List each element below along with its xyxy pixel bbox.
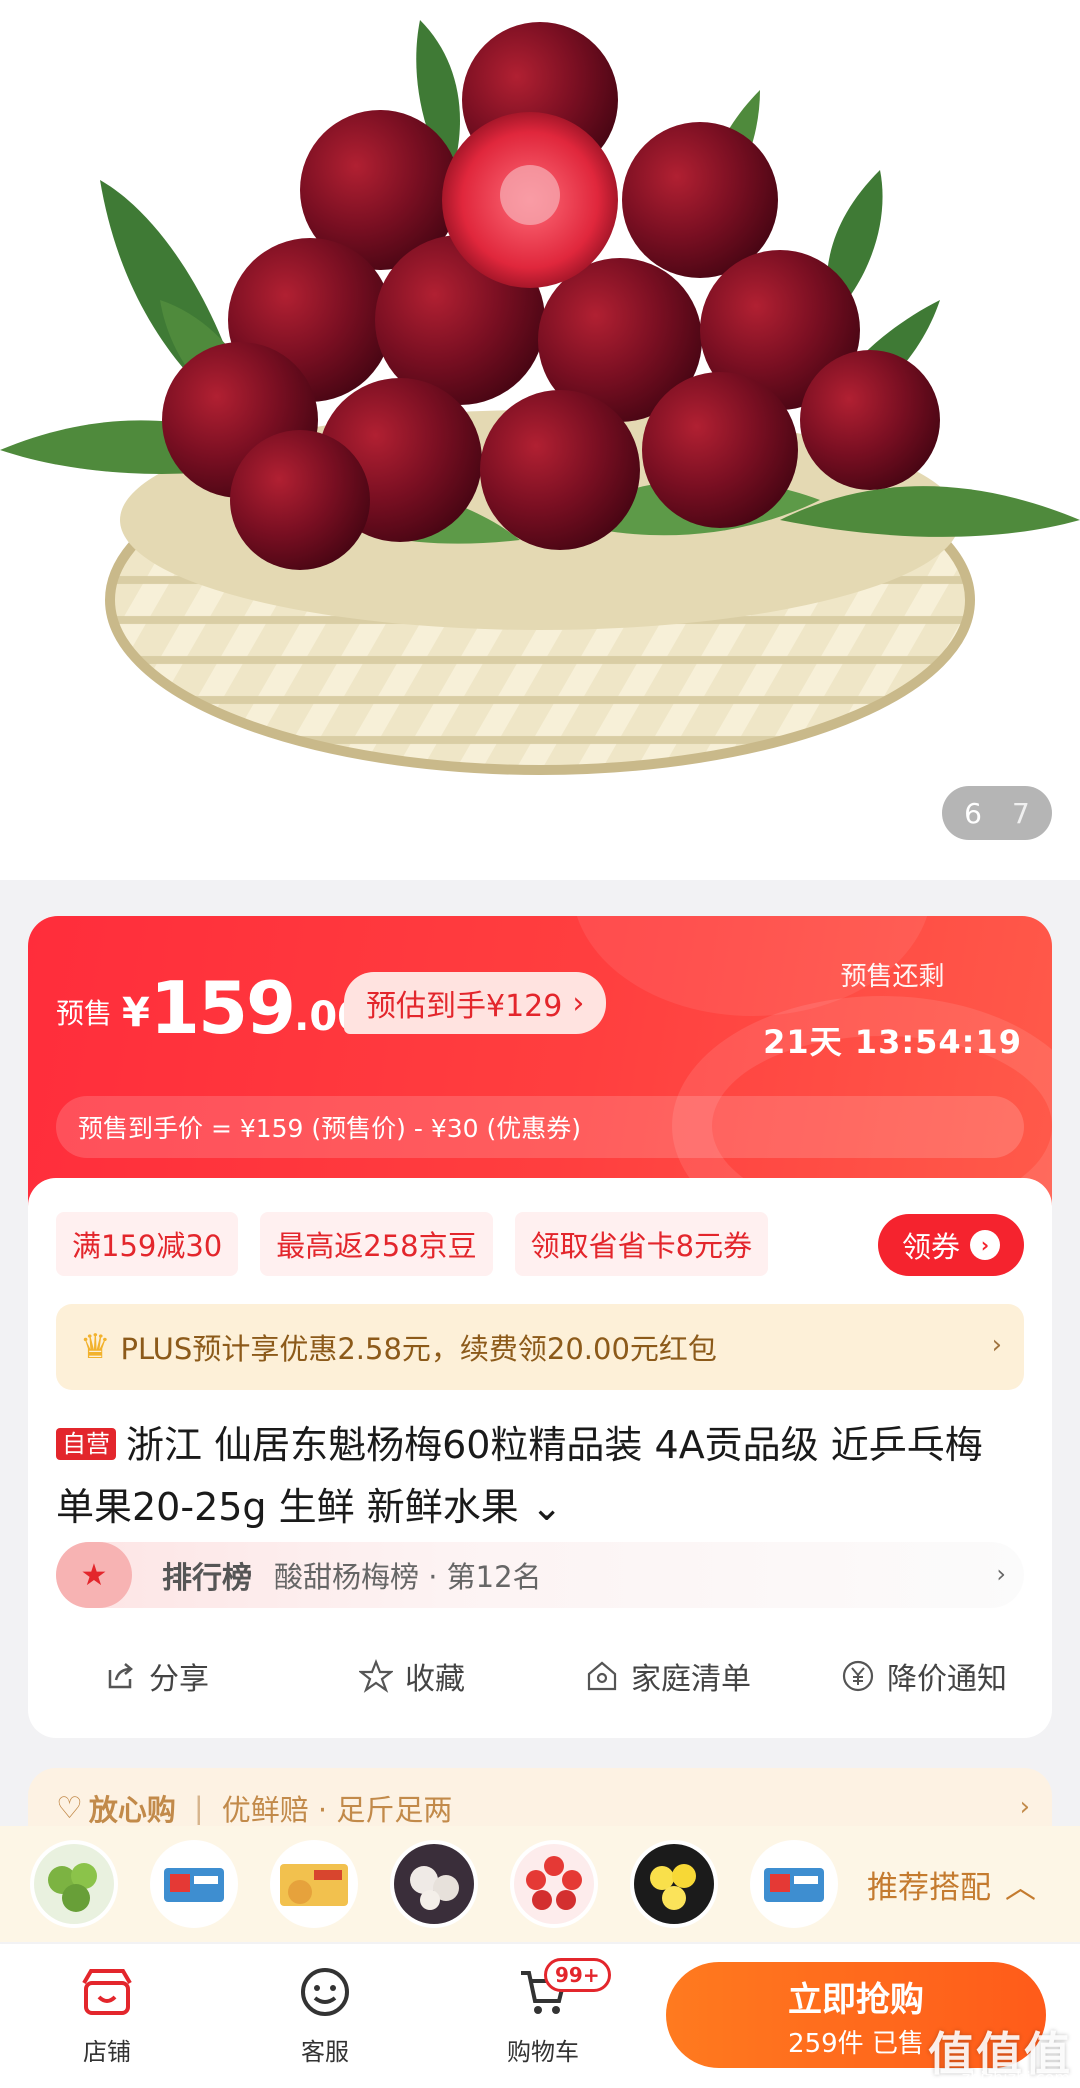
share-icon [103, 1659, 137, 1693]
medal-icon: ★ [56, 1542, 132, 1608]
product-title-text: 浙江 仙居东魁杨梅60粒精品装 4A贡品级 近乒乓梅 单果20-25g 生鲜 新… [56, 1423, 983, 1529]
share-button[interactable]: 分享 [28, 1646, 284, 1706]
countdown-value: 21天 13:54:19 [763, 1023, 1022, 1061]
price-integer: 159 [149, 966, 296, 1050]
price-drop-alert-button[interactable]: 降价通知 [796, 1646, 1052, 1706]
recommended-product-thumb[interactable] [750, 1840, 838, 1928]
home-list-icon [585, 1659, 619, 1693]
tab-store-label: 店铺 [83, 2038, 131, 2066]
recommended-product-thumb[interactable] [630, 1840, 718, 1928]
chevron-right-icon: › [996, 1560, 1006, 1588]
crown-icon: ♛ [80, 1327, 111, 1367]
recommended-product-thumb[interactable] [390, 1840, 478, 1928]
bottom-action-bar: 店铺 客服 99+ 购物车 立即抢购 259件 已售 [0, 1944, 1080, 2088]
family-list-button[interactable]: 家庭清单 [540, 1646, 796, 1706]
customer-service-icon [297, 1964, 353, 2020]
presale-label: 预售 [56, 997, 113, 1030]
get-coupon-button[interactable]: 领券 › [878, 1214, 1024, 1276]
recommended-product-thumb[interactable] [30, 1840, 118, 1928]
image-counter-current: 6 [964, 796, 982, 830]
price-drop-label: 降价通知 [887, 1662, 1007, 1697]
assurance-title: 放心购 [88, 1793, 176, 1827]
presale-countdown: 预售还剩 21天 13:54:19 [763, 956, 1022, 1063]
watermark-url: zhizhizhi.com [961, 2068, 1070, 2087]
chevron-right-icon: › [1019, 1792, 1030, 1822]
store-icon [79, 1964, 135, 2020]
image-counter-total: 7 [1012, 796, 1030, 830]
tab-customer-service[interactable]: 客服 [270, 1964, 380, 2067]
recommended-product-thumb[interactable] [270, 1840, 358, 1928]
plus-membership-bar[interactable]: ♛ PLUS预计享优惠2.58元，续费领20.00元红包 › [56, 1304, 1024, 1390]
chevron-right-icon: › [572, 985, 585, 1021]
recommended-product-thumb[interactable] [150, 1840, 238, 1928]
presale-price-banner: 预售 ¥ 159 .00 预估到手¥129 › 预售还剩 21天 13:54:1… [28, 916, 1052, 1206]
action-row: 分享 收藏 家庭清单 降价通知 [28, 1646, 1052, 1706]
bayberry-basket-illustration [0, 20, 1080, 775]
estimated-price-text: 预估到手¥129 [366, 989, 563, 1024]
promo-tag[interactable]: 最高返258京豆 [260, 1212, 493, 1276]
price-formula: 预售到手价 = ¥159 (预售价) - ¥30 (优惠券) [56, 1096, 1024, 1158]
chevron-right-icon: › [970, 1230, 1000, 1260]
favorite-button[interactable]: 收藏 [284, 1646, 540, 1706]
promo-tags: 满159减30 最高返258京豆 领取省省卡8元券 [56, 1212, 769, 1276]
product-title[interactable]: 自营 浙江 仙居东魁杨梅60粒精品装 4A贡品级 近乒乓梅 单果20-25g 生鲜… [56, 1414, 1026, 1538]
estimated-price-pill[interactable]: 预估到手¥129 › [344, 972, 607, 1034]
ranking-title: 排行榜 [162, 1561, 252, 1596]
countdown-label: 预售还剩 [840, 962, 945, 992]
chevron-right-icon: › [991, 1330, 1002, 1360]
product-image[interactable]: 6 7 [0, 0, 1080, 880]
tab-customer-service-label: 客服 [301, 2038, 349, 2066]
heart-shield-icon: ♡ [56, 1790, 83, 1826]
self-operated-badge: 自营 [56, 1428, 116, 1460]
price-drop-icon [841, 1659, 875, 1693]
buy-now-label: 立即抢购 [788, 1980, 924, 2020]
tab-cart-label: 购物车 [507, 2038, 579, 2066]
promo-tag[interactable]: 满159减30 [56, 1212, 239, 1276]
assurance-desc: 优鲜赔 · 足斤足两 [221, 1793, 453, 1827]
price-display: 预售 ¥ 159 .00 [56, 972, 365, 1044]
assurance-separator: | [193, 1791, 204, 1825]
promo-tag[interactable]: 领取省省卡8元券 [514, 1212, 769, 1276]
product-info-card: 满159减30 最高返258京豆 领取省省卡8元券 领券 › ♛ PLUS预计享… [28, 1178, 1052, 1738]
favorite-label: 收藏 [405, 1662, 465, 1697]
get-coupon-label: 领券 [901, 1230, 960, 1264]
recommended-product-thumb[interactable] [510, 1840, 598, 1928]
tab-store[interactable]: 店铺 [52, 1964, 162, 2067]
recommended-bundle-strip: 推荐搭配 ︿ [0, 1826, 1080, 1942]
image-counter: 6 7 [942, 786, 1052, 840]
ranking-desc: 酸甜杨梅榜 · 第12名 [274, 1560, 542, 1594]
currency-symbol: ¥ [122, 990, 150, 1036]
recommended-bundle-label: 推荐搭配 [867, 1870, 991, 1906]
share-label: 分享 [149, 1662, 209, 1697]
tab-cart[interactable]: 99+ 购物车 [488, 1958, 611, 2067]
recommended-bundle-toggle[interactable]: 推荐搭配 ︿ [867, 1862, 1036, 1907]
cart-count-badge: 99+ [544, 1958, 611, 1992]
star-icon [359, 1659, 393, 1693]
chevron-up-icon: ︿ [1005, 1870, 1036, 1906]
ranking-bar[interactable]: ★ 排行榜 酸甜杨梅榜 · 第12名 › [56, 1542, 1024, 1608]
plus-text: PLUS预计享优惠2.58元，续费领20.00元红包 [120, 1332, 717, 1366]
family-list-label: 家庭清单 [631, 1662, 751, 1697]
